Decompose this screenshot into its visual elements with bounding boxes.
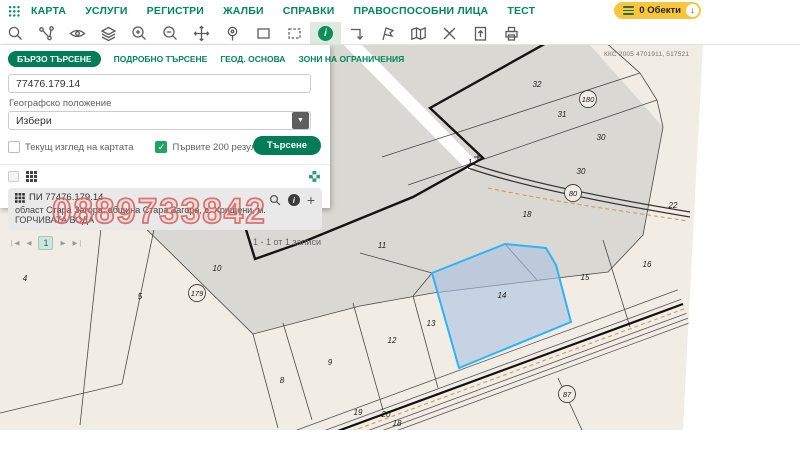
parcel-label-16: 16	[643, 260, 652, 269]
expand-results-icon[interactable]	[309, 171, 320, 182]
search-tool-icon[interactable]	[0, 22, 31, 45]
panel-divider	[0, 164, 330, 165]
parcel-label-18: 18	[393, 419, 402, 428]
visibility-icon[interactable]	[62, 22, 93, 45]
parcel-label-20: 20	[381, 410, 391, 419]
result-title: ПИ 77476.179.14	[29, 192, 103, 203]
pagination-current-page[interactable]: 1	[38, 236, 53, 250]
flag-icon[interactable]	[372, 22, 403, 45]
nav-item-регистри[interactable]: РЕГИСТРИ	[147, 5, 204, 17]
parcel-label-10: 10	[213, 264, 222, 273]
search-tabs: БЪРЗО ТЪРСЕНЕ ПОДРОБНО ТЪРСЕНЕ ГЕОД. ОСНОВ…	[0, 45, 330, 67]
tab-зони-на-ограничения[interactable]: ЗОНИ НА ОГРАНИЧЕНИЯ	[298, 54, 404, 64]
parcel-label-9: 9	[328, 358, 333, 367]
select-rectangle-dashed-icon[interactable]	[279, 22, 310, 45]
parcel-label-19: 19	[354, 408, 363, 417]
search-button[interactable]: Търсене	[253, 136, 321, 155]
route-nodes-icon[interactable]	[31, 22, 62, 45]
map-book-icon[interactable]	[403, 22, 434, 45]
nav-item-жалби[interactable]: ЖАЛБИ	[223, 5, 264, 17]
parcel-search-input[interactable]	[8, 74, 311, 93]
circle-label-80: 80	[569, 189, 578, 198]
top-navbar: КАРТА УСЛУГИ РЕГИСТРИ ЖАЛБИ СПРАВКИ ПРАВОСПОС…	[0, 0, 800, 22]
parcel-label-14: 14	[498, 291, 507, 300]
zoom-out-icon[interactable]	[155, 22, 186, 45]
select-all-checkbox[interactable]	[8, 171, 19, 182]
parcel-label-30: 30	[577, 167, 586, 176]
chevron-down-icon[interactable]: ↓	[686, 4, 699, 17]
parcel-label-12: 12	[388, 336, 397, 345]
parcel-label-5: 5	[138, 292, 143, 301]
parcel-label-18: 18	[523, 210, 532, 219]
parcel-label-30: 30	[597, 133, 606, 142]
page-export-icon[interactable]	[465, 22, 496, 45]
geo-location-label: Географско положение	[9, 98, 330, 109]
crs-coordinates-label: ККС 2005 4701911, 517521	[604, 51, 689, 58]
nav-item-правоспособни-лица[interactable]: ПРАВОСПОСОБНИ ЛИЦА	[353, 5, 488, 17]
pagination: ❘◀ ◀ 1 ▶ ▶❘ 1 - 1 от 1 записи	[9, 236, 321, 250]
parcel-label-8: 8	[280, 376, 285, 385]
pagination-prev-icon[interactable]: ◀	[26, 239, 31, 247]
result-item[interactable]: ПИ 77476.179.14 област Стара Загора, общ…	[8, 188, 322, 230]
pagination-next-icon[interactable]: ▶	[60, 239, 65, 247]
tab-подробно-търсене[interactable]: ПОДРОБНО ТЪРСЕНЕ	[114, 54, 208, 64]
parcel-label-13: 13	[427, 319, 436, 328]
pagination-last-icon[interactable]: ▶❘	[72, 239, 82, 247]
parcel-label-22: 22	[668, 201, 678, 210]
nav-item-справки[interactable]: СПРАВКИ	[283, 5, 335, 17]
circle-label-179: 179	[191, 289, 204, 298]
grid-view-icon[interactable]	[26, 171, 37, 182]
layers-icon[interactable]	[93, 22, 124, 45]
parcel-label-31: 31	[558, 110, 567, 119]
search-panel: БЪРЗО ТЪРСЕНЕ ПОДРОБНО ТЪРСЕНЕ ГЕОД. ОСНОВ…	[0, 45, 330, 208]
select-rectangle-icon[interactable]	[248, 22, 279, 45]
parcel-label-32: 32	[533, 80, 542, 89]
zoom-in-icon[interactable]	[124, 22, 155, 45]
current-view-checkbox[interactable]	[8, 141, 20, 153]
printer-icon[interactable]	[496, 22, 527, 45]
tab-бързо-търсене[interactable]: БЪРЗО ТЪРСЕНЕ	[8, 51, 101, 67]
pagination-first-icon[interactable]: ❘◀	[9, 239, 19, 247]
current-view-label: Текущ изглед на картата	[25, 142, 133, 153]
map-toolbar: i	[0, 22, 800, 45]
parcel-label-4: 4	[23, 274, 28, 283]
menu-icon	[623, 6, 634, 15]
pan-icon[interactable]	[186, 22, 217, 45]
parcel-grid-icon	[15, 193, 25, 203]
result-subtitle: област Стара Загора, община Стара Загора…	[15, 205, 315, 225]
result-search-icon[interactable]	[269, 194, 281, 206]
result-info-icon[interactable]: i	[288, 194, 300, 206]
circle-label-87: 87	[563, 390, 572, 399]
pagination-info: 1 - 1 от 1 записи	[253, 237, 321, 247]
parcel-label-1: 1	[468, 158, 472, 167]
measure-icon[interactable]	[434, 22, 465, 45]
nav-item-карта[interactable]: КАРТА	[31, 5, 66, 17]
objects-button[interactable]: 0 Обекти ↓	[614, 2, 701, 19]
info-tool-icon[interactable]: i	[310, 22, 341, 45]
nav-item-услуги[interactable]: УСЛУГИ	[85, 5, 127, 17]
nav-item-тест[interactable]: ТЕСТ	[507, 5, 535, 17]
select-dropdown-icon[interactable]: ▼	[292, 112, 309, 129]
app-grid-icon[interactable]	[8, 5, 21, 18]
parcel-label-15: 15	[581, 273, 590, 282]
result-add-icon[interactable]: +	[307, 193, 315, 207]
kais-cadastre-app: КАРТА УСЛУГИ РЕГИСТРИ ЖАЛБИ СПРАВКИ ПРАВОСПОС…	[0, 0, 800, 453]
parcel-label-11: 11	[378, 241, 386, 250]
location-pin-icon[interactable]	[217, 22, 248, 45]
nav-menu: КАРТА УСЛУГИ РЕГИСТРИ ЖАЛБИ СПРАВКИ ПРАВОСПОС…	[31, 5, 535, 17]
corner-arrow-icon[interactable]	[341, 22, 372, 45]
geo-location-select[interactable]: Избери ▼	[8, 111, 311, 130]
tab-геод-основа[interactable]: ГЕОД. ОСНОВА	[220, 54, 285, 64]
objects-count-label: 0 Обекти	[639, 5, 681, 16]
first-200-checkbox[interactable]: ✓	[155, 141, 167, 153]
circle-label-180: 180	[582, 95, 595, 104]
